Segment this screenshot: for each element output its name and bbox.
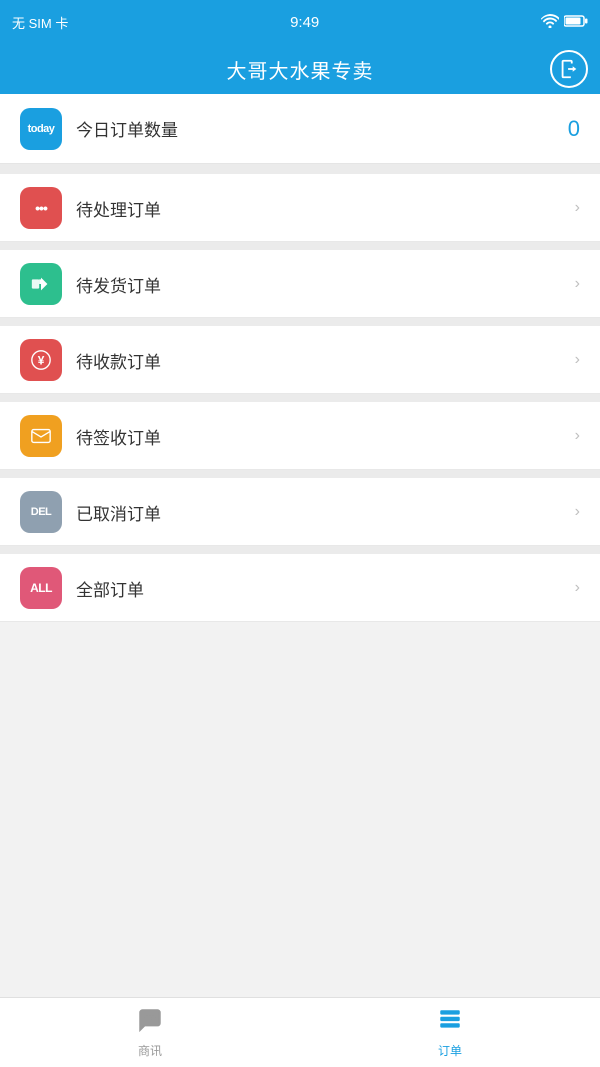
status-carrier: 无 SIM 卡 [12, 13, 68, 32]
today-badge: today [20, 108, 62, 150]
today-orders-row: today 今日订单数量 0 [0, 94, 600, 164]
chevron-icon: › [575, 503, 580, 521]
cancelled-label: 已取消订单 [76, 500, 561, 525]
chat-icon [137, 1007, 163, 1038]
today-label: 今日订单数量 [76, 116, 554, 141]
signing-icon [20, 415, 62, 457]
tab-order-label: 订单 [438, 1042, 462, 1059]
tab-chat[interactable]: 商讯 [0, 998, 300, 1067]
divider-5 [0, 470, 600, 478]
menu-item-pending[interactable]: ••• 待处理订单 › [0, 174, 600, 242]
divider-6 [0, 546, 600, 554]
menu-item-shipping[interactable]: 待发货订单 › [0, 250, 600, 318]
pending-icon: ••• [20, 187, 62, 229]
header-title: 大哥大水果专卖 [227, 55, 374, 84]
all-label: 全部订单 [76, 576, 561, 601]
tab-chat-label: 商讯 [138, 1042, 162, 1059]
chevron-icon: › [575, 199, 580, 217]
chevron-icon: › [575, 351, 580, 369]
menu-item-all[interactable]: ALL 全部订单 › [0, 554, 600, 622]
tab-bar: 商讯 订单 [0, 997, 600, 1067]
divider-2 [0, 242, 600, 250]
cancelled-icon: DEL [20, 491, 62, 533]
menu-list: ••• 待处理订单 › 待发货订单 › ¥ [0, 174, 600, 622]
chevron-icon: › [575, 579, 580, 597]
divider-3 [0, 318, 600, 326]
chevron-icon: › [575, 275, 580, 293]
app-header: 大哥大水果专卖 [0, 44, 600, 94]
status-icons [541, 14, 588, 31]
payment-icon: ¥ [20, 339, 62, 381]
main-content: today 今日订单数量 0 ••• 待处理订单 › 待发货订单 [0, 94, 600, 997]
divider-1 [0, 164, 600, 174]
svg-text:¥: ¥ [38, 354, 45, 368]
empty-space [0, 622, 600, 772]
payment-label: 待收款订单 [76, 348, 561, 373]
all-icon: ALL [20, 567, 62, 609]
shipping-icon [20, 263, 62, 305]
tab-order[interactable]: 订单 [300, 998, 600, 1067]
order-icon [437, 1007, 463, 1038]
battery-icon [564, 15, 588, 30]
signing-label: 待签收订单 [76, 424, 561, 449]
menu-item-payment[interactable]: ¥ 待收款订单 › [0, 326, 600, 394]
door-icon-button[interactable] [550, 50, 588, 88]
status-time: 9:49 [290, 14, 319, 31]
chevron-icon: › [575, 427, 580, 445]
today-count: 0 [568, 116, 580, 142]
menu-item-signing[interactable]: 待签收订单 › [0, 402, 600, 470]
shipping-label: 待发货订单 [76, 272, 561, 297]
wifi-icon [541, 14, 559, 31]
status-bar: 无 SIM 卡 9:49 [0, 0, 600, 44]
pending-label: 待处理订单 [76, 196, 561, 221]
menu-item-cancelled[interactable]: DEL 已取消订单 › [0, 478, 600, 546]
divider-4 [0, 394, 600, 402]
